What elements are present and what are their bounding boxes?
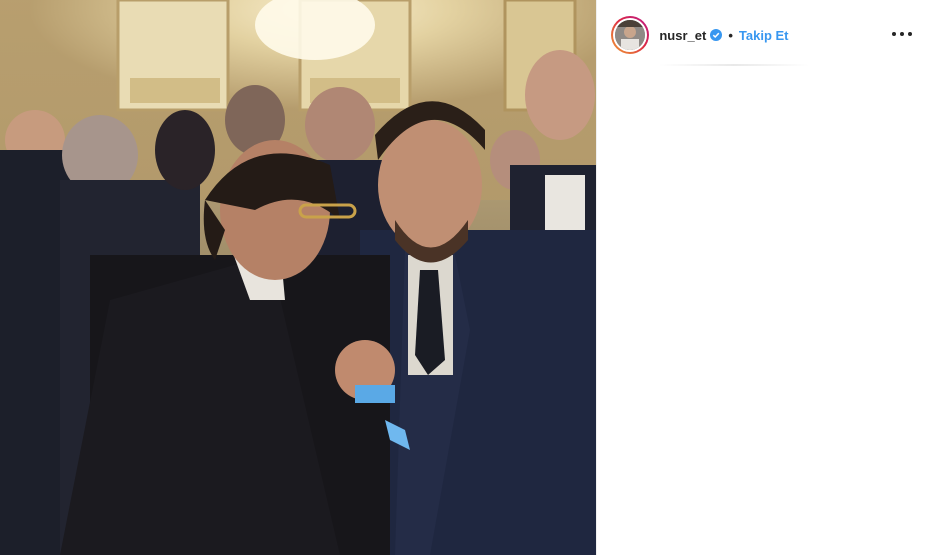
user-info: nusr_et • Takip Et [659,28,788,43]
post-header: nusr_et • Takip Et [597,0,926,70]
video-frame-illustration [0,0,597,555]
avatar[interactable] [615,20,646,50]
instagram-post: nusr_et • Takip Et [0,0,926,555]
loading-placeholder-line [659,64,810,66]
post-video[interactable] [0,0,597,555]
username[interactable]: nusr_et [659,28,706,43]
post-sidebar: nusr_et • Takip Et [596,0,926,555]
follow-button[interactable]: Takip Et [739,28,789,43]
avatar-image [615,20,646,50]
story-ring[interactable] [611,16,650,54]
more-options-icon[interactable] [892,25,912,43]
verified-badge-icon [710,29,723,41]
separator-dot: • [728,27,733,43]
